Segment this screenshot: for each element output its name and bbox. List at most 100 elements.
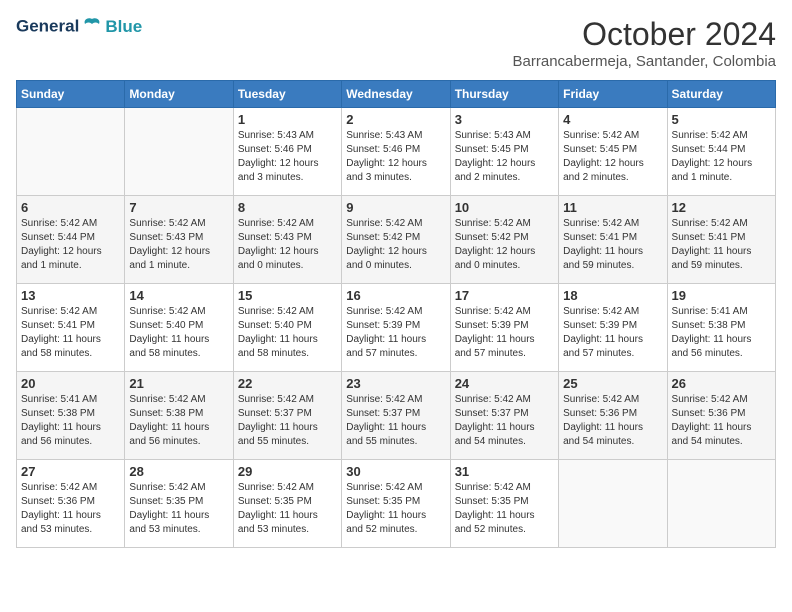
logo-general: General [16,16,79,35]
day-number: 2 [346,112,445,127]
day-number: 31 [455,464,554,479]
calendar-cell [125,108,233,196]
day-number: 30 [346,464,445,479]
day-number: 12 [672,200,771,215]
day-number: 17 [455,288,554,303]
day-info: Sunrise: 5:42 AM Sunset: 5:36 PM Dayligh… [563,393,662,449]
calendar-cell: 26 Sunrise: 5:42 AM Sunset: 5:36 PM Dayli… [667,372,775,460]
calendar-week-1: 1 Sunrise: 5:43 AM Sunset: 5:46 PM Daylig… [17,108,776,196]
day-number: 13 [21,288,120,303]
day-info: Sunrise: 5:41 AM Sunset: 5:38 PM Dayligh… [21,393,120,449]
calendar-cell: 22 Sunrise: 5:42 AM Sunset: 5:37 PM Dayli… [233,372,341,460]
location-subtitle: Barrancabermeja, Santander, Colombia [513,53,776,70]
day-info: Sunrise: 5:42 AM Sunset: 5:35 PM Dayligh… [238,481,337,537]
day-number: 22 [238,376,337,391]
calendar-cell [17,108,125,196]
calendar-cell: 17 Sunrise: 5:42 AM Sunset: 5:39 PM Dayli… [450,284,558,372]
calendar-cell: 28Sunrise: 5:42 AM Sunset: 5:35 PM Dayli… [125,460,233,548]
calendar-cell: 20 Sunrise: 5:41 AM Sunset: 5:38 PM Dayli… [17,372,125,460]
day-number: 20 [21,376,120,391]
logo-blue: Blue [105,17,142,37]
day-info: Sunrise: 5:42 AM Sunset: 5:37 PM Dayligh… [238,393,337,449]
calendar-cell: 16Sunrise: 5:42 AM Sunset: 5:39 PM Dayli… [342,284,450,372]
day-info: Sunrise: 5:42 AM Sunset: 5:35 PM Dayligh… [346,481,445,537]
day-info: Sunrise: 5:42 AM Sunset: 5:42 PM Dayligh… [455,217,554,273]
weekday-header-thursday: Thursday [450,81,558,108]
day-info: Sunrise: 5:42 AM Sunset: 5:42 PM Dayligh… [346,217,445,273]
calendar-cell: 11 Sunrise: 5:42 AM Sunset: 5:41 PM Dayli… [559,196,667,284]
calendar-cell: 18 Sunrise: 5:42 AM Sunset: 5:39 PM Dayli… [559,284,667,372]
calendar-week-2: 6 Sunrise: 5:42 AM Sunset: 5:44 PM Daylig… [17,196,776,284]
day-number: 15 [238,288,337,303]
day-info: Sunrise: 5:43 AM Sunset: 5:46 PM Dayligh… [346,129,445,185]
day-number: 3 [455,112,554,127]
calendar-cell: 4Sunrise: 5:42 AM Sunset: 5:45 PM Daylig… [559,108,667,196]
day-info: Sunrise: 5:42 AM Sunset: 5:39 PM Dayligh… [455,305,554,361]
calendar-cell: 24 Sunrise: 5:42 AM Sunset: 5:37 PM Dayli… [450,372,558,460]
day-number: 8 [238,200,337,215]
day-info: Sunrise: 5:42 AM Sunset: 5:43 PM Dayligh… [129,217,228,273]
day-number: 18 [563,288,662,303]
day-info: Sunrise: 5:42 AM Sunset: 5:37 PM Dayligh… [455,393,554,449]
day-number: 25 [563,376,662,391]
day-info: Sunrise: 5:42 AM Sunset: 5:35 PM Dayligh… [129,481,228,537]
logo: General Blue [16,16,142,38]
day-number: 19 [672,288,771,303]
calendar-table: SundayMondayTuesdayWednesdayThursdayFrid… [16,80,776,548]
weekday-header-friday: Friday [559,81,667,108]
day-number: 24 [455,376,554,391]
weekday-header-monday: Monday [125,81,233,108]
day-number: 9 [346,200,445,215]
day-number: 7 [129,200,228,215]
day-info: Sunrise: 5:42 AM Sunset: 5:40 PM Dayligh… [129,305,228,361]
day-info: Sunrise: 5:43 AM Sunset: 5:45 PM Dayligh… [455,129,554,185]
calendar-week-4: 20 Sunrise: 5:41 AM Sunset: 5:38 PM Dayli… [17,372,776,460]
calendar-header-row: SundayMondayTuesdayWednesdayThursdayFrid… [17,81,776,108]
day-number: 21 [129,376,228,391]
day-number: 26 [672,376,771,391]
calendar-cell: 1 Sunrise: 5:43 AM Sunset: 5:46 PM Daylig… [233,108,341,196]
calendar-cell: 14 Sunrise: 5:42 AM Sunset: 5:40 PM Dayli… [125,284,233,372]
calendar-cell: 8 Sunrise: 5:42 AM Sunset: 5:43 PM Daylig… [233,196,341,284]
calendar-cell: 10 Sunrise: 5:42 AM Sunset: 5:42 PM Dayli… [450,196,558,284]
day-info: Sunrise: 5:43 AM Sunset: 5:46 PM Dayligh… [238,129,337,185]
calendar-cell: 13Sunrise: 5:42 AM Sunset: 5:41 PM Dayli… [17,284,125,372]
day-number: 6 [21,200,120,215]
calendar-cell: 31Sunrise: 5:42 AM Sunset: 5:35 PM Dayli… [450,460,558,548]
day-number: 11 [563,200,662,215]
calendar-cell: 23 Sunrise: 5:42 AM Sunset: 5:37 PM Dayli… [342,372,450,460]
calendar-week-5: 27Sunrise: 5:42 AM Sunset: 5:36 PM Dayli… [17,460,776,548]
calendar-cell: 29Sunrise: 5:42 AM Sunset: 5:35 PM Dayli… [233,460,341,548]
calendar-cell: 5Sunrise: 5:42 AM Sunset: 5:44 PM Daylig… [667,108,775,196]
day-number: 14 [129,288,228,303]
day-info: Sunrise: 5:42 AM Sunset: 5:40 PM Dayligh… [238,305,337,361]
day-number: 5 [672,112,771,127]
calendar-cell: 15 Sunrise: 5:42 AM Sunset: 5:40 PM Dayli… [233,284,341,372]
day-info: Sunrise: 5:42 AM Sunset: 5:39 PM Dayligh… [563,305,662,361]
day-number: 16 [346,288,445,303]
day-info: Sunrise: 5:42 AM Sunset: 5:38 PM Dayligh… [129,393,228,449]
day-info: Sunrise: 5:42 AM Sunset: 5:43 PM Dayligh… [238,217,337,273]
calendar-cell: 3 Sunrise: 5:43 AM Sunset: 5:45 PM Daylig… [450,108,558,196]
calendar-cell: 7 Sunrise: 5:42 AM Sunset: 5:43 PM Daylig… [125,196,233,284]
day-info: Sunrise: 5:41 AM Sunset: 5:38 PM Dayligh… [672,305,771,361]
title-block: October 2024 Barrancabermeja, Santander,… [513,16,776,70]
day-number: 4 [563,112,662,127]
day-info: Sunrise: 5:42 AM Sunset: 5:41 PM Dayligh… [563,217,662,273]
calendar-cell: 27Sunrise: 5:42 AM Sunset: 5:36 PM Dayli… [17,460,125,548]
weekday-header-tuesday: Tuesday [233,81,341,108]
calendar-cell: 21 Sunrise: 5:42 AM Sunset: 5:38 PM Dayli… [125,372,233,460]
day-info: Sunrise: 5:42 AM Sunset: 5:37 PM Dayligh… [346,393,445,449]
calendar-cell: 30 Sunrise: 5:42 AM Sunset: 5:35 PM Dayli… [342,460,450,548]
calendar-cell: 9 Sunrise: 5:42 AM Sunset: 5:42 PM Daylig… [342,196,450,284]
calendar-cell [667,460,775,548]
day-number: 1 [238,112,337,127]
day-info: Sunrise: 5:42 AM Sunset: 5:44 PM Dayligh… [21,217,120,273]
calendar-cell [559,460,667,548]
day-info: Sunrise: 5:42 AM Sunset: 5:36 PM Dayligh… [672,393,771,449]
calendar-week-3: 13Sunrise: 5:42 AM Sunset: 5:41 PM Dayli… [17,284,776,372]
day-number: 10 [455,200,554,215]
calendar-cell: 25 Sunrise: 5:42 AM Sunset: 5:36 PM Dayli… [559,372,667,460]
day-number: 23 [346,376,445,391]
calendar-cell: 6 Sunrise: 5:42 AM Sunset: 5:44 PM Daylig… [17,196,125,284]
